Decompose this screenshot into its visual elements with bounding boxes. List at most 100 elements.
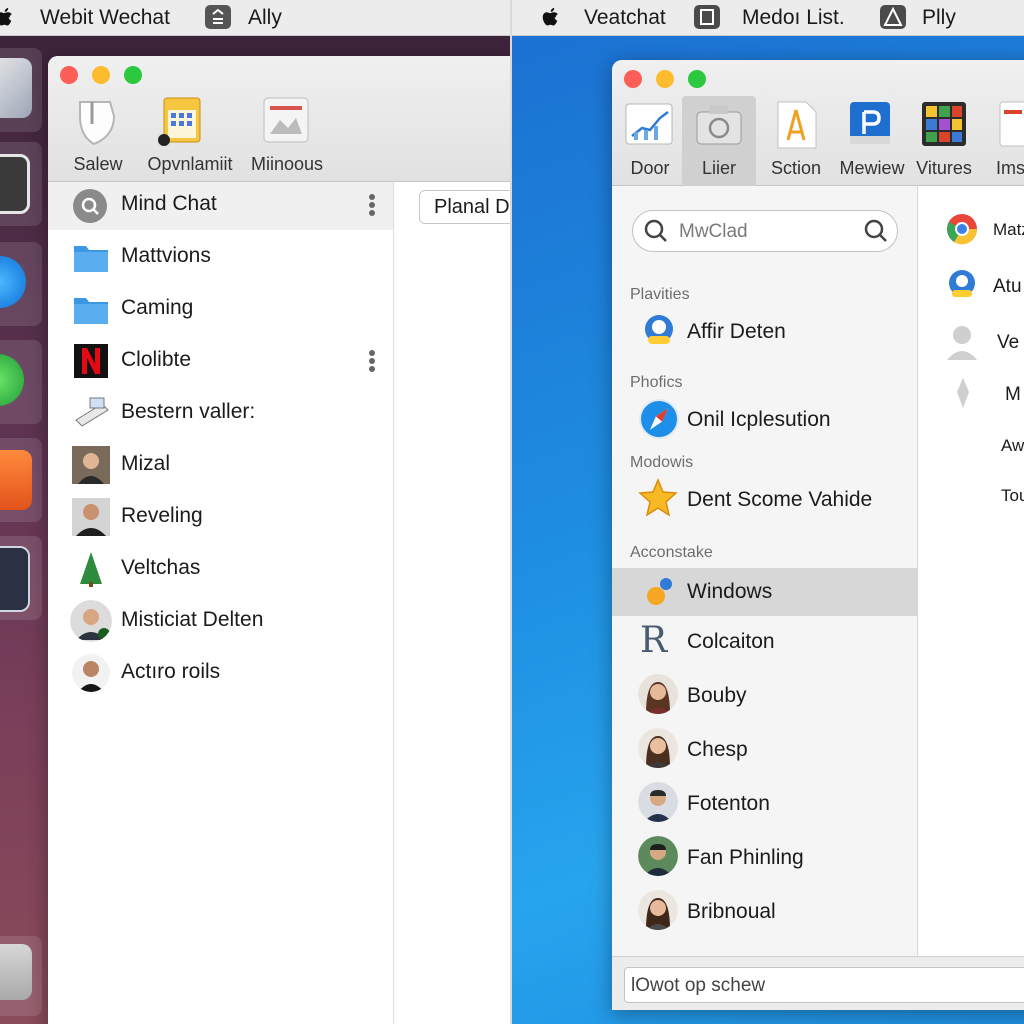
utility-icon bbox=[0, 944, 32, 1000]
toolbar-sction-button[interactable]: Sction bbox=[758, 96, 834, 184]
search-icon bbox=[73, 189, 107, 223]
list-item[interactable]: Caming bbox=[48, 286, 393, 334]
list-item-label: Mizal bbox=[121, 452, 171, 475]
search-field[interactable]: Planal D bbox=[419, 190, 512, 224]
contacts-sidebar: MwClad Plavities Affir Deten Phofics Oni… bbox=[612, 186, 918, 966]
app-menu-title[interactable]: Webit Wechat bbox=[40, 6, 170, 30]
search-icon bbox=[644, 219, 667, 242]
list-item[interactable]: Affir Deten bbox=[612, 308, 917, 356]
list-item[interactable]: Fotenton bbox=[612, 780, 917, 828]
list-item[interactable]: R Colcaiton bbox=[612, 618, 917, 666]
apple-icon[interactable] bbox=[0, 4, 16, 30]
list-item[interactable]: Mizal bbox=[48, 442, 393, 490]
image-icon bbox=[263, 97, 309, 143]
calendar-icon bbox=[158, 97, 201, 146]
list-item[interactable]: Mattvions bbox=[48, 234, 393, 282]
ally-app-icon[interactable] bbox=[205, 5, 231, 29]
safari-icon bbox=[639, 399, 679, 439]
menu-bar: Webit Wechat Ally bbox=[0, 0, 512, 36]
list-item[interactable]: Onil Icplesution bbox=[612, 396, 917, 444]
list-item-label: Bouby bbox=[687, 684, 747, 707]
close-button[interactable] bbox=[60, 66, 78, 84]
list-item-label: Dent Scome Vahide bbox=[687, 488, 873, 511]
grid-icon bbox=[922, 102, 966, 146]
chat-window: Salew Opvnlamiit Miinoous Mind Chat Matt… bbox=[48, 56, 512, 1024]
app-menu-title[interactable]: Veatchat bbox=[584, 6, 666, 30]
toolbar-ims-button[interactable]: Ims bbox=[980, 96, 1024, 184]
toolbar-label: Door bbox=[630, 158, 670, 178]
list-app-icon[interactable] bbox=[694, 5, 720, 29]
plly-menu[interactable]: Plly bbox=[922, 6, 956, 30]
message-input[interactable]: lOwot op schew bbox=[624, 967, 1024, 1003]
minimize-button[interactable] bbox=[656, 70, 674, 88]
keynote-icon bbox=[0, 450, 32, 510]
close-button[interactable] bbox=[624, 70, 642, 88]
list-item-label: Chesp bbox=[687, 738, 748, 761]
list-item[interactable]: Chesp bbox=[612, 726, 917, 774]
dock-tile[interactable] bbox=[0, 242, 42, 326]
minimize-button[interactable] bbox=[92, 66, 110, 84]
dock-tile[interactable] bbox=[0, 438, 42, 522]
list-item[interactable]: Mind Chat bbox=[48, 182, 393, 230]
photos-icon bbox=[0, 58, 32, 118]
more-icon[interactable] bbox=[368, 194, 376, 216]
list-item-label: Veltchas bbox=[121, 556, 201, 579]
search-icon[interactable] bbox=[863, 218, 889, 244]
list-item-label: Colcaiton bbox=[687, 630, 775, 653]
list-menu[interactable]: Medoı List. bbox=[742, 6, 845, 30]
avatar bbox=[638, 728, 678, 768]
toolbar-liier-button[interactable]: Liier bbox=[682, 96, 756, 186]
dock-tile[interactable] bbox=[0, 536, 42, 620]
search-placeholder: MwClad bbox=[679, 221, 748, 242]
plly-app-icon[interactable] bbox=[880, 5, 906, 29]
list-item-label: Fan Phinling bbox=[687, 846, 804, 869]
list-item-label: Actıro roils bbox=[121, 660, 221, 683]
messages-icon bbox=[0, 354, 24, 406]
chart-app-icon bbox=[0, 546, 30, 612]
zoom-button[interactable] bbox=[124, 66, 142, 84]
toolbar-door-button[interactable]: Door bbox=[618, 96, 682, 184]
user-badge-icon bbox=[645, 315, 673, 344]
dock-tile[interactable] bbox=[0, 142, 42, 226]
scanner-icon bbox=[75, 397, 109, 427]
toolbar-salew-button[interactable]: Salew bbox=[58, 96, 138, 178]
zoom-button[interactable] bbox=[688, 70, 706, 88]
r-logo-icon: R bbox=[640, 620, 668, 661]
dock-tile[interactable] bbox=[0, 48, 42, 132]
detail-pane: Matz Atu Ve M Aw Tou bbox=[919, 186, 1024, 966]
list-item[interactable]: Reveling bbox=[48, 494, 393, 542]
toolbar-mewiew-button[interactable]: Mewiew bbox=[834, 96, 910, 184]
folder-icon bbox=[74, 298, 108, 324]
avatar bbox=[638, 836, 678, 876]
list-item[interactable]: Bestern valler: bbox=[48, 390, 393, 438]
apple-icon[interactable] bbox=[540, 4, 562, 30]
toolbar-label: Vitures bbox=[916, 158, 972, 178]
dock-tile[interactable] bbox=[0, 936, 42, 1016]
list-item-label: Affir Deten bbox=[687, 320, 786, 343]
chart-icon bbox=[625, 103, 673, 145]
ally-menu[interactable]: Ally bbox=[248, 6, 282, 30]
list-item[interactable]: Bouby bbox=[612, 672, 917, 720]
list-item[interactable]: Veltchas bbox=[48, 546, 393, 594]
list-item[interactable]: Dent Scome Vahide bbox=[612, 476, 917, 524]
folder-icon bbox=[74, 246, 108, 272]
avatar bbox=[70, 600, 112, 642]
detail-item: Ve bbox=[997, 332, 1020, 353]
list-item[interactable]: Clolibte bbox=[48, 338, 393, 386]
list-item[interactable]: Actıro roils bbox=[48, 650, 393, 698]
dock-tile[interactable] bbox=[0, 340, 42, 424]
toolbar-miinoous-button[interactable]: Miinoous bbox=[232, 96, 342, 178]
list-item-label: Bribnoual bbox=[687, 900, 776, 923]
list-item[interactable]: Bribnoual bbox=[612, 888, 917, 936]
list-item-label: Reveling bbox=[121, 504, 203, 527]
list-item[interactable]: Windows bbox=[612, 568, 917, 616]
list-item[interactable]: Misticiat Delten bbox=[48, 598, 393, 646]
toolbar-vitures-button[interactable]: Vitures bbox=[910, 96, 978, 184]
list-item-label: Windows bbox=[687, 580, 773, 603]
list-item[interactable]: Fan Phinling bbox=[612, 834, 917, 882]
avatar bbox=[638, 674, 678, 714]
toolbar-label: Liier bbox=[701, 158, 736, 178]
toolbar-label: Mewiew bbox=[839, 158, 905, 178]
more-icon[interactable] bbox=[368, 350, 376, 372]
search-input[interactable]: MwClad bbox=[632, 210, 898, 252]
